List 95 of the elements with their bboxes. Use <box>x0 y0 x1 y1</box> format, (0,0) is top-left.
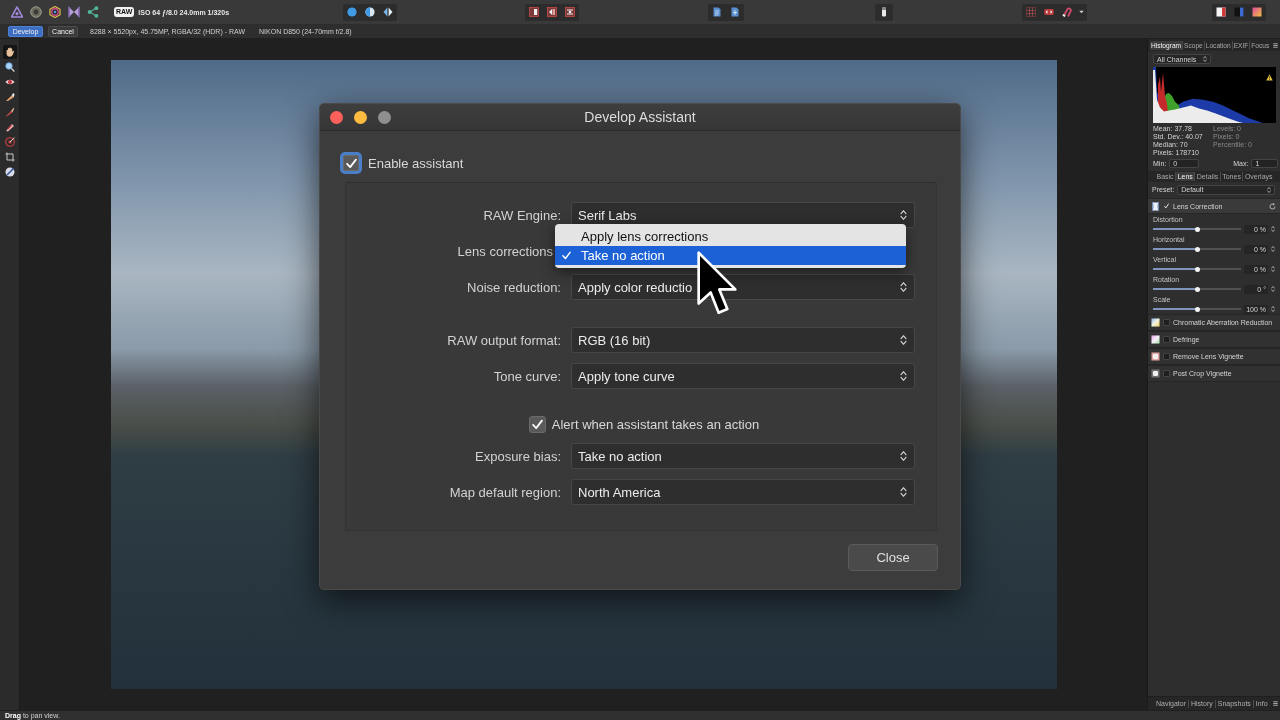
slider-thumb[interactable] <box>1194 286 1200 292</box>
checkmark-icon <box>531 419 543 430</box>
frame-icon <box>1151 201 1160 211</box>
dropdown[interactable]: RGB (16 bit) <box>571 327 915 353</box>
dropdown[interactable]: Take no action <box>571 443 915 469</box>
minimize-window-button[interactable] <box>354 110 367 124</box>
field-label: Lens corrections <box>457 243 553 259</box>
grid-icon[interactable] <box>1026 7 1036 17</box>
checkbox[interactable] <box>340 152 362 174</box>
swatch-icon <box>1151 335 1160 344</box>
field-label: Tone curve: <box>493 368 561 384</box>
up-down-arrows-icon[interactable] <box>1271 246 1275 252</box>
magnet-icon[interactable] <box>1062 7 1072 17</box>
cursor-icon <box>697 251 737 315</box>
close-window-button[interactable] <box>330 110 343 124</box>
checkbox[interactable] <box>1163 319 1170 326</box>
brush-icon <box>4 122 15 132</box>
up-down-arrows-icon <box>1267 186 1271 193</box>
half-circle-icon[interactable] <box>365 7 375 17</box>
dialog-title: Develop Assistant <box>584 109 696 125</box>
search-icon <box>4 62 15 72</box>
slashed-circle-icon <box>4 167 15 177</box>
menu-icon[interactable] <box>1273 42 1278 48</box>
swatch-icon[interactable] <box>1234 7 1244 17</box>
brush-icon <box>4 107 15 117</box>
cylinder-icon[interactable] <box>879 7 889 17</box>
slider-track[interactable] <box>1153 306 1241 312</box>
warning-icon <box>1266 74 1273 81</box>
dropdown[interactable]: North America <box>571 479 915 505</box>
dropdown[interactable]: Apply color reductio <box>571 274 915 300</box>
field-label: RAW Engine: <box>483 207 561 223</box>
slider-track[interactable] <box>1153 226 1241 232</box>
up-down-arrows-icon[interactable] <box>1271 306 1275 312</box>
checkbox-label: Enable assistant <box>368 155 464 171</box>
checkbox[interactable] <box>1163 370 1170 377</box>
caret-icon[interactable] <box>1079 10 1084 14</box>
field-label: Map default region: <box>449 484 561 500</box>
slider-track[interactable] <box>1153 266 1241 272</box>
up-down-arrows-icon[interactable] <box>1271 266 1275 272</box>
checkmark-icon <box>562 251 571 260</box>
split-square-icon[interactable] <box>529 7 539 17</box>
swatch-icon[interactable] <box>1216 7 1226 17</box>
up-down-arrows-icon <box>1203 56 1207 62</box>
slider-track[interactable] <box>1153 286 1241 292</box>
field-label: Exposure bias: <box>475 448 561 464</box>
slider-thumb[interactable] <box>1194 226 1200 232</box>
triangle-icon[interactable] <box>11 6 23 18</box>
checkbox[interactable] <box>1163 353 1170 360</box>
menu-item[interactable]: Apply lens corrections <box>555 227 906 246</box>
up-down-arrows-icon[interactable] <box>1271 286 1275 292</box>
field-label: RAW output format: <box>447 332 561 348</box>
up-down-arrows-icon <box>900 335 907 345</box>
brush-icon <box>4 92 15 102</box>
hand-icon <box>4 47 15 57</box>
checkbox[interactable] <box>528 416 546 433</box>
slider-thumb[interactable] <box>1194 306 1200 312</box>
up-down-arrows-icon <box>900 451 907 461</box>
field-label: Noise reduction: <box>467 279 561 295</box>
checkbox-label: Alert when assistant takes an action <box>551 417 760 432</box>
share-icon[interactable] <box>87 6 99 18</box>
up-down-arrows-icon <box>900 210 907 220</box>
up-down-arrows-icon[interactable] <box>1271 226 1275 232</box>
vignette-icon <box>1151 352 1160 361</box>
up-down-arrows-icon <box>900 282 907 292</box>
ring-icon[interactable] <box>30 6 42 18</box>
checkmark-icon <box>345 157 357 169</box>
target-icon <box>4 137 15 147</box>
document-icon[interactable] <box>730 7 740 17</box>
double-arrow-icon[interactable] <box>1044 7 1054 17</box>
split-square-icon[interactable] <box>547 7 557 17</box>
split-arrows-icon[interactable] <box>383 7 393 17</box>
slider-thumb[interactable] <box>1194 246 1200 252</box>
document-icon[interactable] <box>712 7 722 17</box>
checkbox[interactable] <box>1163 336 1170 343</box>
swatch-icon <box>1151 318 1160 327</box>
menu-item[interactable]: Take no action <box>555 246 906 265</box>
checkmark-icon <box>1164 203 1169 209</box>
slider-thumb[interactable] <box>1194 266 1200 272</box>
vignette-icon <box>1151 369 1160 378</box>
reset-icon[interactable] <box>1269 202 1276 210</box>
crop-icon <box>4 152 15 162</box>
dropdown[interactable]: Apply tone curve <box>571 363 915 389</box>
up-down-arrows-icon <box>900 371 907 381</box>
bowtie-icon[interactable] <box>68 6 80 18</box>
up-down-arrows-icon <box>900 487 907 497</box>
tool-button[interactable] <box>2 45 17 59</box>
color-wheel-icon[interactable] <box>49 6 61 18</box>
swatch-icon[interactable] <box>1252 7 1262 17</box>
tool-button[interactable] <box>2 60 17 74</box>
menu-icon[interactable] <box>1273 701 1278 706</box>
close-button[interactable]: Close <box>848 544 938 571</box>
eye-icon <box>4 77 15 87</box>
split-square-icon[interactable] <box>565 7 575 17</box>
slider-track[interactable] <box>1153 246 1241 252</box>
circle-icon[interactable] <box>347 7 357 17</box>
